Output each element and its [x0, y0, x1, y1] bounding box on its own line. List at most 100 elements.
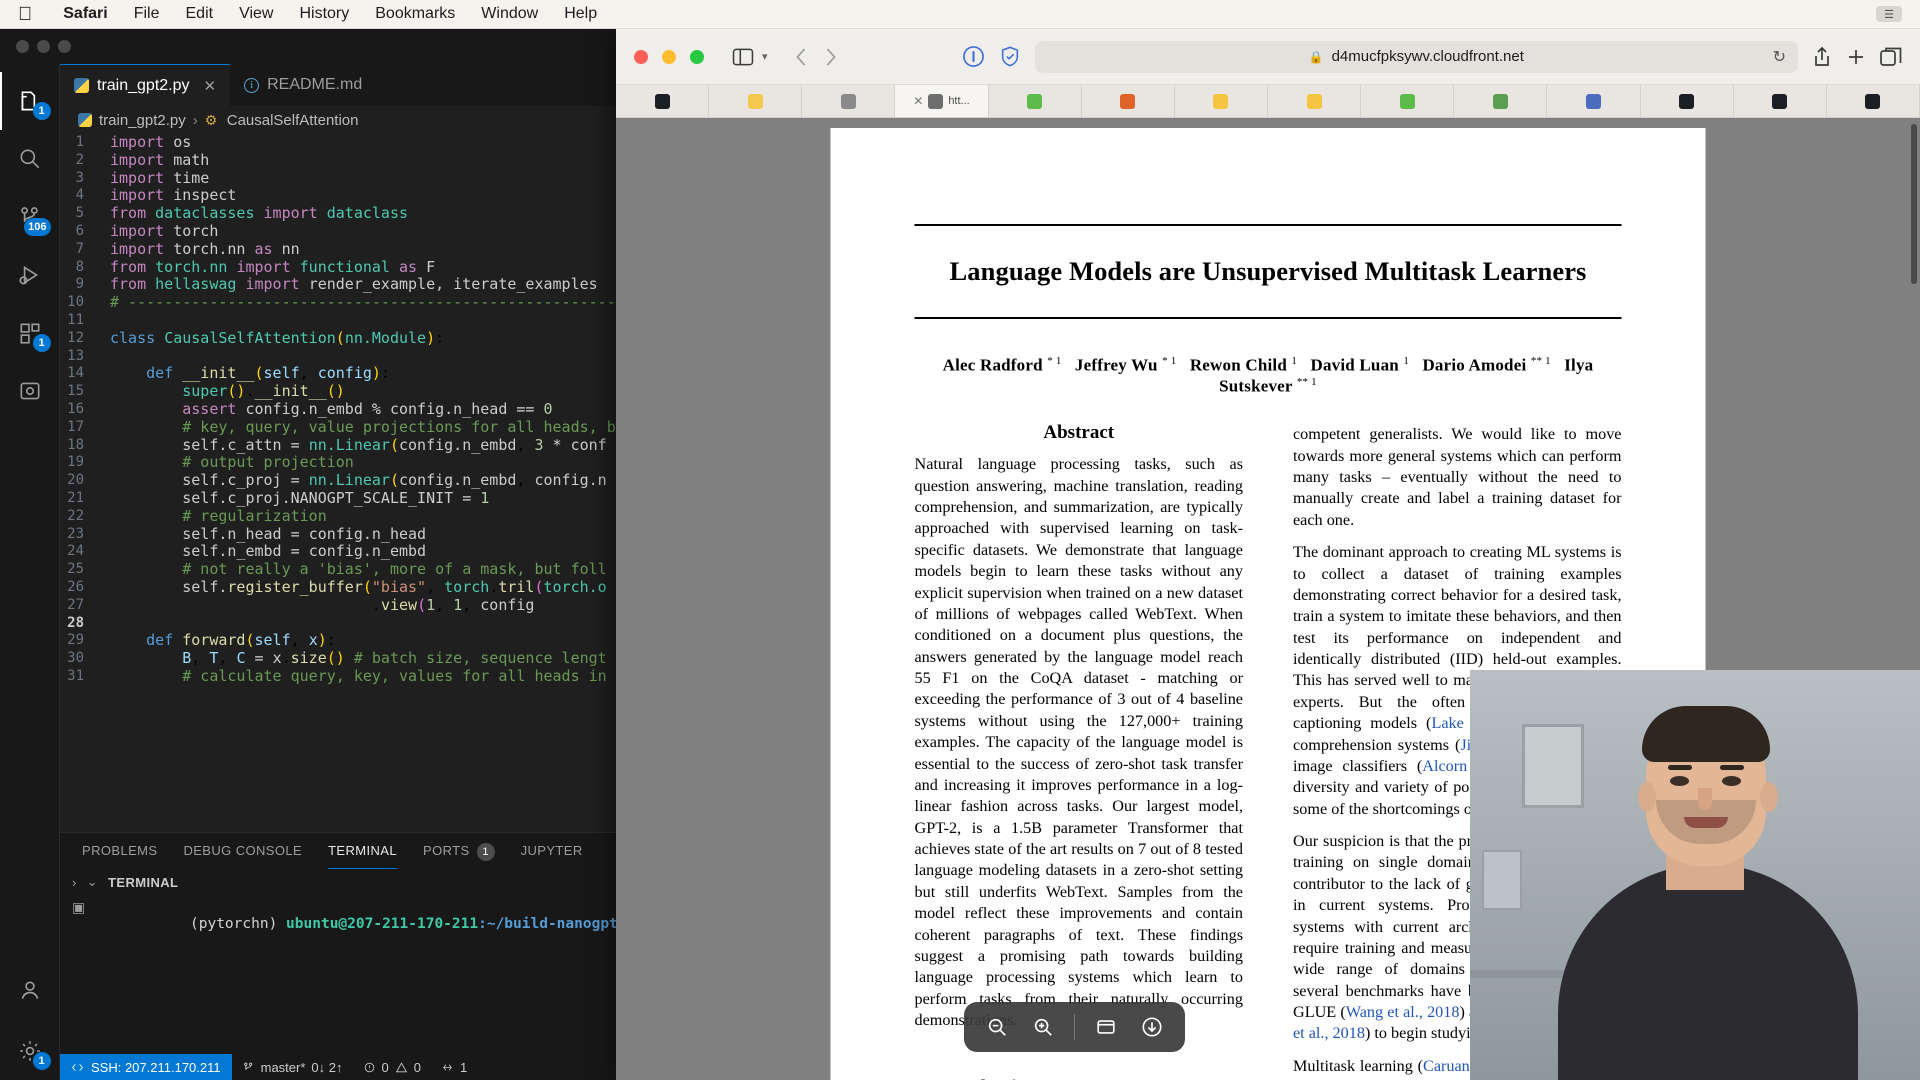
- chevron-right-icon[interactable]: ›: [72, 875, 77, 890]
- menu-item-view[interactable]: View: [226, 5, 286, 23]
- code-line[interactable]: 18 self.c_attn = nn.Linear(config.n_embd…: [60, 436, 616, 455]
- safari-tab-10[interactable]: [1547, 85, 1641, 117]
- code-line[interactable]: 17 # key, query, value projections for a…: [60, 418, 616, 437]
- menu-item-bookmarks[interactable]: Bookmarks: [362, 5, 468, 23]
- breadcrumb-file[interactable]: train_gpt2.py: [99, 112, 186, 129]
- menu-item-help[interactable]: Help: [551, 5, 610, 23]
- code-editor[interactable]: 1 import os 2 import math 3 import time 4 impor…: [60, 134, 616, 832]
- code-line[interactable]: 6 import torch: [60, 222, 616, 241]
- code-line[interactable]: 21 self.c_proj.NANOGPT_SCALE_INIT = 1: [60, 489, 616, 508]
- code-line[interactable]: 1 import os: [60, 134, 616, 152]
- panel-tab-jupyter[interactable]: JUPYTER: [521, 833, 583, 869]
- new-tab-plus-icon[interactable]: [1846, 47, 1866, 67]
- code-line[interactable]: 7 import torch.nn as nn: [60, 240, 616, 259]
- menu-item-window[interactable]: Window: [468, 5, 551, 23]
- safari-tab-11[interactable]: [1641, 85, 1734, 117]
- code-line[interactable]: 30 B, T, C = x.size() # batch size, sequ…: [60, 649, 616, 668]
- activity-extensions-icon[interactable]: 1: [0, 304, 60, 362]
- reload-icon[interactable]: ↻: [1773, 47, 1786, 67]
- code-line[interactable]: 11: [60, 312, 616, 330]
- activity-accounts-icon[interactable]: [0, 964, 60, 1022]
- activity-explorer-icon[interactable]: 1: [0, 72, 60, 130]
- code-line[interactable]: 14 def __init__(self, config):: [60, 364, 616, 383]
- vscode-maximize-button[interactable]: [58, 40, 71, 53]
- menu-item-file[interactable]: File: [121, 5, 173, 23]
- safari-tab-12[interactable]: [1734, 85, 1827, 117]
- code-line[interactable]: 24 self.n_embd = config.n_embd: [60, 542, 616, 561]
- safari-maximize-button[interactable]: [690, 49, 704, 64]
- code-line[interactable]: 25 # not really a 'bias', more of a mask…: [60, 560, 616, 579]
- code-line[interactable]: 10 # ------------------------------------…: [60, 293, 616, 312]
- back-arrow-icon[interactable]: [794, 47, 809, 67]
- vscode-close-button[interactable]: [16, 40, 29, 53]
- safari-tab-3[interactable]: ✕ htt...: [895, 85, 989, 117]
- menu-item-safari[interactable]: Safari: [50, 5, 120, 23]
- status-git-branch[interactable]: master* 0↓ 2↑: [232, 1054, 353, 1080]
- close-icon[interactable]: ✕: [204, 77, 217, 95]
- fit-page-icon[interactable]: [1091, 1012, 1121, 1042]
- chevron-down-icon[interactable]: ▾: [762, 50, 768, 63]
- activity-remote-explorer-icon[interactable]: [0, 362, 60, 420]
- status-problems[interactable]: 0 0: [353, 1054, 431, 1080]
- editor-tab-train-gpt2[interactable]: train_gpt2.py ✕: [60, 64, 231, 106]
- code-line[interactable]: 27 .view(1, 1, config: [60, 596, 616, 615]
- citation-link[interactable]: Wang et al., 2018: [1346, 1003, 1460, 1021]
- code-line[interactable]: 8 from torch.nn import functional as F: [60, 258, 616, 277]
- code-line[interactable]: 29 def forward(self, x):: [60, 631, 616, 650]
- zoom-out-icon[interactable]: [982, 1012, 1012, 1042]
- terminal-body[interactable]: ▣ (pytorchn) ubuntu@207-211-170-211:~/bu…: [60, 895, 616, 1054]
- activity-source-control-icon[interactable]: 106: [0, 188, 60, 246]
- activity-settings-gear-icon[interactable]: 1: [0, 1022, 60, 1080]
- chevron-down-icon[interactable]: ⌄: [87, 874, 98, 890]
- safari-tab-8[interactable]: [1361, 85, 1455, 117]
- code-line[interactable]: 13: [60, 348, 616, 366]
- code-line[interactable]: 23 self.n_head = config.n_head: [60, 525, 616, 544]
- safari-tab-13[interactable]: [1827, 85, 1920, 117]
- apple-logo-icon[interactable]: : [18, 5, 32, 24]
- safari-tab-1[interactable]: [709, 85, 803, 117]
- code-line[interactable]: 28: [60, 615, 616, 633]
- code-line[interactable]: 15 super().__init__(): [60, 382, 616, 401]
- code-line[interactable]: 5 from dataclasses import dataclass: [60, 204, 616, 223]
- code-line[interactable]: 9 from hellaswag import render_example, i…: [60, 275, 616, 294]
- code-line[interactable]: 31 # calculate query, key, values for al…: [60, 667, 616, 686]
- close-icon[interactable]: ✕: [913, 94, 923, 108]
- safari-tab-9[interactable]: [1454, 85, 1548, 117]
- safari-url-bar[interactable]: 🔒 d4mucfpksywv.cloudfront.net ↻: [1034, 40, 1798, 73]
- code-line[interactable]: 12 class CausalSelfAttention(nn.Module):: [60, 329, 616, 348]
- code-line[interactable]: 16 assert config.n_embd % config.n_head …: [60, 400, 616, 419]
- control-center-icon[interactable]: ☰: [1876, 6, 1902, 22]
- status-remote-ssh[interactable]: SSH: 207.211.170.211: [60, 1054, 232, 1080]
- activity-run-debug-icon[interactable]: [0, 246, 60, 304]
- code-line[interactable]: 19 # output projection: [60, 453, 616, 472]
- code-line[interactable]: 20 self.c_proj = nn.Linear(config.n_embd…: [60, 471, 616, 490]
- code-line[interactable]: 3 import time: [60, 169, 616, 188]
- share-icon[interactable]: [1812, 46, 1832, 68]
- activity-search-icon[interactable]: [0, 130, 60, 188]
- page-scrollbar[interactable]: [1911, 124, 1917, 284]
- panel-tab-ports[interactable]: PORTS 1: [423, 833, 495, 869]
- code-line[interactable]: 2 import math: [60, 151, 616, 170]
- menu-item-history[interactable]: History: [286, 5, 362, 23]
- safari-close-button[interactable]: [634, 49, 648, 64]
- panel-tab-problems[interactable]: PROBLEMS: [82, 833, 157, 869]
- download-icon[interactable]: [1137, 1012, 1167, 1042]
- adguard-shield-icon[interactable]: [999, 45, 1021, 68]
- breadcrumb-symbol[interactable]: CausalSelfAttention: [227, 112, 359, 129]
- forward-arrow-icon[interactable]: [823, 47, 838, 67]
- panel-tab-terminal[interactable]: TERMINAL: [328, 833, 398, 869]
- status-ports[interactable]: 1: [431, 1054, 477, 1080]
- safari-tab-2[interactable]: [802, 85, 896, 117]
- safari-minimize-button[interactable]: [662, 49, 676, 64]
- 1password-icon[interactable]: [962, 45, 985, 68]
- safari-tab-4[interactable]: [989, 85, 1082, 117]
- editor-tab-readme[interactable]: i README.md: [230, 64, 377, 106]
- panel-tab-debug-console[interactable]: DEBUG CONSOLE: [183, 833, 302, 869]
- sidebar-icon[interactable]: [732, 48, 754, 66]
- safari-tab-6[interactable]: [1175, 85, 1268, 117]
- code-line[interactable]: 4 import inspect: [60, 186, 616, 205]
- vscode-minimize-button[interactable]: [37, 40, 50, 53]
- safari-tab-7[interactable]: [1268, 85, 1362, 117]
- tabs-overview-icon[interactable]: [1880, 47, 1902, 66]
- menu-item-edit[interactable]: Edit: [173, 5, 227, 23]
